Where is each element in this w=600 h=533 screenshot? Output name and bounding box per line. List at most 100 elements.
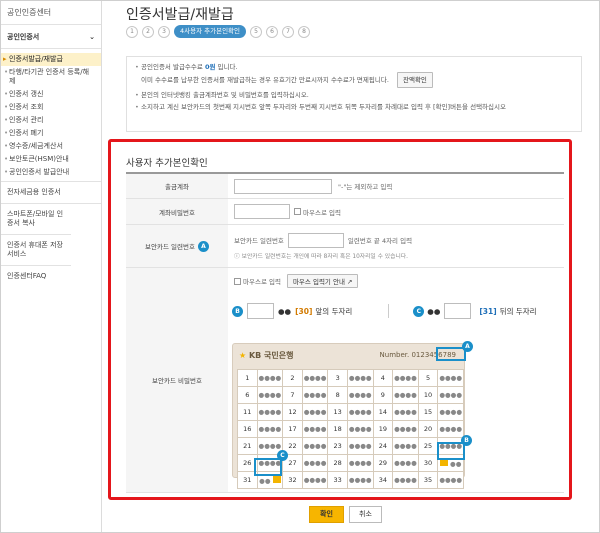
card-cell-number: 24 <box>372 437 394 455</box>
account-label: 출금계좌 <box>126 174 228 198</box>
card-cell-code: ●●●● <box>256 403 284 421</box>
card-cell-number: 30 <box>417 454 439 472</box>
badge-b: B <box>232 305 243 317</box>
card-cell-number: 9 <box>372 386 394 404</box>
card-cell-number: 1 <box>237 369 258 387</box>
sidebar-item-issue[interactable]: 인증서발급/재발급 <box>1 53 101 66</box>
step-8: 8 <box>298 25 311 38</box>
sidebar: 공인인증센터 공인인증서 ⌄ 인증서발급/재발급 타행/타기관 인증서 등록/해… <box>1 1 102 532</box>
card-cell-number: 12 <box>282 403 303 421</box>
row-serial: 보안카드 일련번호 A 보안카드 일련번호 일련번호 끝 4자리 입력 ⓘ 보안… <box>126 225 564 268</box>
step-5: 5 <box>250 25 263 38</box>
card-cell-number: 34 <box>372 471 394 489</box>
serial-label-cell: 보안카드 일련번호 A <box>126 225 228 267</box>
card-cell-code: ●●●● <box>437 386 464 404</box>
card-cell-code: ●●●● <box>346 437 374 455</box>
sidebar-item-revoke[interactable]: 인증서 폐기 <box>1 127 101 140</box>
password-label: 계좌비밀번호 <box>126 199 228 224</box>
yellow-square <box>272 475 281 483</box>
sidebar-item-manage[interactable]: 인증서 관리 <box>1 114 101 127</box>
card-cell-code: ●●●● <box>392 369 419 387</box>
mouse-input-checkbox[interactable] <box>294 208 301 215</box>
card-cell-code: ●●●● <box>256 369 284 387</box>
card-cell-code: ●●●● <box>301 454 329 472</box>
card-cell-code: ●●●● <box>392 420 419 438</box>
notice-exemption-text: 이미 수수료를 납부한 인증서를 재발급하는 경우 유효기간 만료시까지 수수료… <box>141 76 389 84</box>
card-cell-number: 28 <box>327 454 348 472</box>
serial-text: 보안카드 일련번호 <box>234 237 284 245</box>
card-cell-number: 23 <box>327 437 348 455</box>
card-cell-number: 14 <box>372 403 394 421</box>
card-cell-mask: ●● <box>259 477 271 485</box>
sidebar-item-guide[interactable]: 공인인증서 발급안내 <box>1 166 101 179</box>
step-2: 2 <box>142 25 154 38</box>
card-cell-code: ●●●● <box>392 454 419 472</box>
badge-b-card: B <box>461 435 472 446</box>
front-digits-input[interactable] <box>247 303 274 319</box>
card-cell-number: 33 <box>327 471 348 489</box>
confirm-button[interactable]: 확인 <box>309 506 344 523</box>
serial-input[interactable] <box>287 232 344 248</box>
notice-exemption: 이미 수수료를 납부한 인증서를 재발급하는 경우 유효기간 만료시까지 수수료… <box>135 72 573 88</box>
card-cell-code: ●●●● <box>301 420 329 438</box>
sidebar-item-receipt[interactable]: 영수증/세금계산서 <box>1 140 101 153</box>
balance-check-button[interactable]: 잔액확인 <box>396 72 433 88</box>
card-cell-code: ●●●● <box>256 386 284 404</box>
account-hint: "-"는 제외하고 입력 <box>338 183 393 191</box>
sidebar-link-tax-cert[interactable]: 전자세금용 인증서 <box>1 182 101 204</box>
sidebar-item-renew[interactable]: 인증서 갱신 <box>1 88 101 101</box>
sidebar-link-faq[interactable]: 인증센터FAQ <box>1 266 101 287</box>
badge-a: A <box>197 240 209 252</box>
mouse-input-checkbox-2[interactable] <box>234 277 241 285</box>
sidebar-item-lookup[interactable]: 인증서 조회 <box>1 101 101 114</box>
card-cell-number: 32 <box>282 471 303 489</box>
card-cell-code: ●●●● <box>392 471 419 489</box>
card-cell-number: 5 <box>417 369 439 387</box>
divider <box>388 304 390 318</box>
card-cell-number: 29 <box>372 454 394 472</box>
back-digits-input[interactable] <box>444 303 472 319</box>
card-cell-code: ●●●● <box>256 420 284 438</box>
card-cell-mask: ●● <box>450 460 462 468</box>
password-input[interactable] <box>234 204 290 219</box>
sidebar-item-hsm[interactable]: 보안토큰(HSM)안내 <box>1 153 101 166</box>
notice-fee: 공인인증서 발급수수료 0원 입니다. <box>135 63 573 72</box>
step-indicator: 1 2 3 4사용자 추가본인확인 5 6 7 8 <box>126 25 311 38</box>
card-bank-name: KB 국민은행 <box>248 351 294 360</box>
card-cell-number: 6 <box>237 386 258 404</box>
card-cell-code: ●●●● <box>301 437 329 455</box>
step-7: 7 <box>282 25 295 38</box>
chevron-down-icon: ⌄ <box>89 32 95 41</box>
card-cell-number: 8 <box>327 386 348 404</box>
serial-label: 보안카드 일련번호 <box>145 243 195 251</box>
card-cell-code: ●●●● <box>392 403 419 421</box>
highlight-30 <box>437 442 465 460</box>
sidebar-title: 공인인증센터 <box>1 1 101 25</box>
card-cell-code: ●●●● <box>301 369 329 387</box>
card-cell-number: 25 <box>417 437 439 455</box>
page-title: 인증서발급/재발급 <box>126 7 234 23</box>
card-cell-code: ●●●● <box>437 420 464 438</box>
sidebar-link-mobile-copy[interactable]: 스마트폰/모바일 인증서 복사 <box>1 204 71 235</box>
card-cell-number: 21 <box>237 437 258 455</box>
card-cell-code: ●●●● <box>346 403 374 421</box>
mouse-guide-button[interactable]: 마우스 입력기 안내 ↗ <box>286 274 359 288</box>
card-cell-number: 4 <box>372 369 394 387</box>
card-cell-code: ●●●● <box>346 471 374 489</box>
info-icon: ⓘ <box>234 253 242 260</box>
cancel-button[interactable]: 취소 <box>349 506 382 523</box>
account-input[interactable] <box>234 178 332 194</box>
badge-c: C <box>413 305 425 317</box>
serial-note: 보안카드 일련번호는 개인에 따라 8자리 혹은 10자리일 수 있습니다. <box>241 253 408 260</box>
back-mask: ●● <box>427 306 441 316</box>
card-cell-code: ●●●● <box>301 471 329 489</box>
external-link-icon: ↗ <box>347 278 353 286</box>
notice-fee-text: 공인인증서 발급수수료 <box>141 63 203 71</box>
card-cell-number: 3 <box>327 369 348 387</box>
card-cell-code: ●●●● <box>346 420 374 438</box>
card-pw-inputs: B ●● [30] 앞의 두자리 C ●● [31] 뒤의 두자리 <box>232 300 562 322</box>
card-cell-code: ●●●● <box>437 369 464 387</box>
sidebar-item-register[interactable]: 타행/타기관 인증서 등록/해제 <box>1 66 101 88</box>
sidebar-link-phone-save[interactable]: 인증서 휴대폰 저장서비스 <box>1 235 71 266</box>
sidebar-category-select[interactable]: 공인인증서 ⌄ <box>1 25 101 49</box>
